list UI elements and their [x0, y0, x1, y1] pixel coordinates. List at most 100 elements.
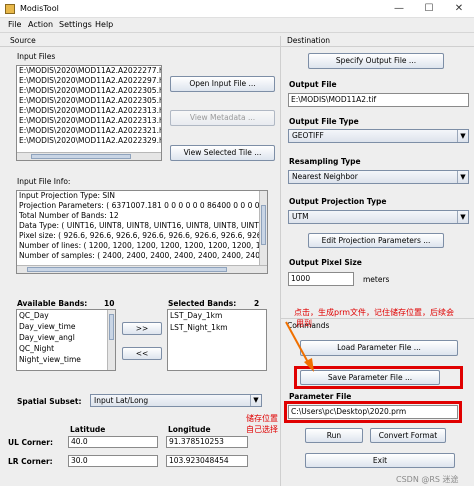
maximize-icon[interactable]: ☐ [414, 0, 444, 18]
latitude-label: Latitude [70, 425, 106, 434]
view-selected-tile-button[interactable]: View Selected Tile ... [170, 145, 275, 161]
lr-longitude-field[interactable]: 103.923048454 [166, 455, 248, 467]
save-parameter-file-button[interactable]: Save Parameter File ... [300, 370, 440, 385]
list-item[interactable]: E:\MODIS\2020\MOD11A2.A2022305.h2 [17, 86, 161, 96]
list-item[interactable]: Night_view_time [17, 354, 115, 365]
scroll-thumb[interactable] [261, 205, 266, 245]
available-bands-label: Available Bands: [17, 299, 88, 308]
menu-file[interactable]: File [8, 20, 21, 29]
output-file-type-value: GEOTIFF [292, 131, 324, 140]
lr-corner-label: LR Corner: [8, 457, 53, 466]
list-item[interactable]: E:\MODIS\2020\MOD11A2.A2022277.h2 [17, 66, 161, 76]
menu-action[interactable]: Action [28, 20, 53, 29]
chevron-down-icon: ▼ [457, 211, 468, 223]
app-window: ModisTool — ☐ ✕ File Action Settings Hel… [0, 0, 474, 486]
menu-settings[interactable]: Settings [59, 20, 92, 29]
window-title: ModisTool [20, 4, 59, 13]
convert-format-button[interactable]: Convert Format [370, 428, 446, 443]
specify-output-file-button[interactable]: Specify Output File ... [308, 53, 444, 69]
output-file-field[interactable]: E:\MODIS\MOD11A2.tif [288, 93, 469, 107]
scroll-thumb[interactable] [31, 154, 131, 159]
input-file-info-label: Input File Info: [17, 177, 71, 186]
spatial-subset-select[interactable]: Input Lat/Long ▼ [90, 394, 262, 407]
input-files-hscroll[interactable] [17, 152, 161, 160]
close-icon[interactable]: ✕ [444, 0, 474, 18]
list-item[interactable]: LST_Night_1km [168, 322, 266, 334]
run-button[interactable]: Run [305, 428, 363, 443]
output-pixel-size-field[interactable]: 1000 [288, 272, 354, 286]
info-line: Projection Parameters: ( 6371007.181 0 0… [19, 201, 267, 210]
longitude-label: Longitude [168, 425, 211, 434]
output-projection-select[interactable]: UTM ▼ [288, 210, 469, 224]
title-bar: ModisTool — ☐ ✕ [0, 0, 474, 18]
vertical-divider [280, 36, 281, 486]
source-header: Source [10, 36, 36, 45]
list-item[interactable]: E:\MODIS\2020\MOD11A2.A2022321.h2 [17, 126, 161, 136]
menu-help[interactable]: Help [95, 20, 113, 29]
scroll-thumb[interactable] [109, 314, 114, 340]
info-line: Total Number of Bands: 12 [19, 211, 119, 220]
remove-band-button[interactable]: << [122, 347, 162, 360]
info-hscroll[interactable] [17, 265, 267, 273]
meters-label: meters [363, 275, 390, 284]
edit-projection-button[interactable]: Edit Projection Parameters ... [308, 233, 444, 248]
list-item[interactable]: E:\MODIS\2020\MOD11A2.A2022329.h2 [17, 136, 161, 146]
info-vscroll[interactable] [259, 191, 267, 265]
app-icon [5, 4, 15, 14]
resampling-type-value: Nearest Neighbor [292, 172, 358, 181]
info-line: Number of samples: ( 2400, 2400, 2400, 2… [19, 251, 267, 260]
list-item[interactable]: QC_Day [17, 310, 115, 321]
minimize-icon[interactable]: — [384, 0, 414, 18]
list-item[interactable]: E:\MODIS\2020\MOD11A2.A2022305.h2 [17, 96, 161, 106]
annotation-note-location-2: 自己选择 [246, 425, 278, 434]
open-input-file-button[interactable]: Open Input File ... [170, 76, 275, 92]
exit-button[interactable]: Exit [305, 453, 455, 468]
output-pixel-size-label: Output Pixel Size [289, 258, 362, 267]
list-item[interactable]: E:\MODIS\2020\MOD11A2.A2022313.h2 [17, 106, 161, 116]
list-item[interactable]: E:\MODIS\2020\MOD11A2.A2022313.h2 [17, 116, 161, 126]
list-item[interactable]: Day_view_time [17, 321, 115, 332]
menu-bar: File Action Settings Help [0, 18, 474, 33]
info-line: Pixel size: ( 926.6, 926.6, 926.6, 926.6… [19, 231, 267, 240]
list-item[interactable]: QC_Night [17, 343, 115, 354]
scroll-thumb[interactable] [27, 267, 227, 272]
resampling-type-label: Resampling Type [289, 157, 361, 166]
input-files-list[interactable]: E:\MODIS\2020\MOD11A2.A2022277.h2 E:\MOD… [16, 65, 162, 161]
lr-latitude-field[interactable]: 30.0 [68, 455, 158, 467]
load-parameter-file-button[interactable]: Load Parameter File ... [300, 340, 458, 356]
watermark: CSDN @RS 迷途 [396, 475, 459, 484]
destination-header: Destination [287, 36, 331, 45]
info-line: Data Type: ( UINT16, UINT8, UINT8, UINT1… [19, 221, 267, 230]
annotation-note-save-cont: 用到 [296, 319, 312, 328]
available-bands-count: 10 [104, 299, 115, 308]
input-files-label: Input Files [17, 52, 56, 61]
ul-latitude-field[interactable]: 40.0 [68, 436, 158, 448]
view-metadata-button[interactable]: View Metadata ... [170, 110, 275, 126]
list-item[interactable]: E:\MODIS\2020\MOD11A2.A2022297.h2 [17, 76, 161, 86]
output-projection-value: UTM [292, 212, 309, 221]
annotation-note-save: 点击，生成prm文件，记住储存位置，后续会 [294, 308, 455, 317]
info-line: Input Projection Type: SIN [19, 191, 115, 200]
chevron-down-icon: ▼ [457, 171, 468, 183]
parameter-file-label: Parameter File [289, 392, 352, 401]
available-bands-list[interactable]: QC_Day Day_view_time Day_view_angl QC_Ni… [16, 309, 116, 371]
output-file-label: Output File [289, 80, 337, 89]
chevron-down-icon: ▼ [250, 395, 261, 406]
add-band-button[interactable]: >> [122, 322, 162, 335]
spatial-subset-value: Input Lat/Long [94, 396, 149, 405]
output-file-type-select[interactable]: GEOTIFF ▼ [288, 129, 469, 143]
output-file-type-label: Output File Type [289, 117, 359, 126]
bands-vscroll[interactable] [107, 310, 115, 370]
annotation-note-location-1: 储存位置 [246, 414, 278, 423]
spatial-subset-label: Spatial Subset: [17, 397, 82, 406]
ul-corner-label: UL Corner: [8, 438, 53, 447]
input-file-info-box[interactable]: Input Projection Type: SIN Projection Pa… [16, 190, 268, 274]
selected-bands-list[interactable]: LST_Day_1km LST_Night_1km [167, 309, 267, 371]
selected-bands-count: 2 [254, 299, 260, 308]
list-item[interactable]: Day_view_angl [17, 332, 115, 343]
list-item[interactable]: LST_Day_1km [168, 310, 266, 322]
resampling-type-select[interactable]: Nearest Neighbor ▼ [288, 170, 469, 184]
ul-longitude-field[interactable]: 91.378510253 [166, 436, 248, 448]
chevron-down-icon: ▼ [457, 130, 468, 142]
parameter-file-field[interactable]: C:\Users\pc\Desktop\2020.prm [288, 405, 458, 419]
